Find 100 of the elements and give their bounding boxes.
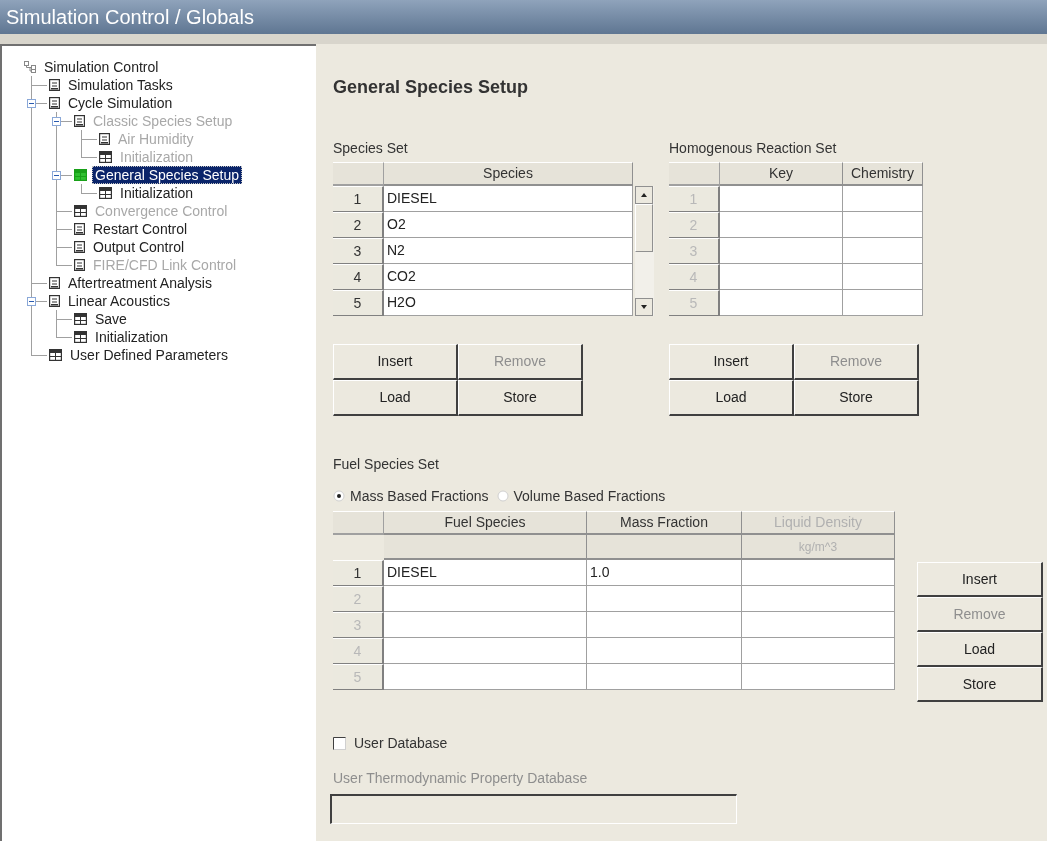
table-cell[interactable] — [384, 586, 587, 612]
group-label: Fuel Species Set — [333, 455, 440, 472]
section-heading: General Species Setup — [333, 76, 530, 96]
form-icon — [74, 115, 85, 127]
action-button[interactable]: Load — [333, 380, 458, 416]
table-icon — [74, 331, 87, 343]
action-button[interactable]: Insert — [669, 344, 794, 380]
row-number: 1 — [333, 186, 384, 212]
table-cell[interactable] — [843, 290, 923, 316]
form-icon — [99, 133, 110, 145]
row-number: 2 — [333, 212, 384, 238]
table-cell[interactable] — [843, 238, 923, 264]
table-cell[interactable] — [384, 612, 587, 638]
table-cell[interactable] — [843, 264, 923, 290]
table-cell[interactable] — [587, 612, 742, 638]
tree-item[interactable]: Linear Acoustics — [65, 292, 173, 310]
table-cell[interactable] — [742, 586, 895, 612]
tree-item[interactable]: Save — [92, 310, 130, 328]
table-cell[interactable] — [742, 638, 895, 664]
row-number: 1 — [333, 560, 384, 586]
tree-item[interactable]: Output Control — [90, 238, 188, 256]
table-icon — [99, 187, 112, 199]
table-cell[interactable] — [587, 586, 742, 612]
scrollbar[interactable] — [635, 186, 654, 316]
tree-item[interactable]: General Species Setup — [92, 166, 242, 184]
table-cell[interactable] — [720, 264, 843, 290]
column-header: Species — [384, 162, 633, 186]
row-number: 3 — [333, 238, 384, 264]
action-button[interactable]: Store — [917, 667, 1043, 702]
table-cell[interactable]: O2 — [384, 212, 633, 238]
corner-header — [333, 511, 384, 535]
radio-button[interactable] — [333, 490, 345, 502]
corner-header — [333, 162, 384, 186]
tree-item[interactable]: User Defined Parameters — [67, 346, 231, 364]
scroll-up-icon — [635, 186, 653, 204]
form-icon — [74, 223, 85, 235]
table-cell[interactable] — [384, 664, 587, 690]
table-cell[interactable] — [587, 664, 742, 690]
column-header: Key — [720, 162, 843, 186]
table-cell[interactable] — [843, 186, 923, 212]
action-button[interactable]: Store — [458, 380, 583, 416]
field-label: User Thermodynamic Property Database — [333, 769, 589, 786]
radio-label[interactable]: Volume Based Fractions — [513, 485, 666, 507]
table-icon — [99, 151, 112, 163]
column-header: Chemistry — [843, 162, 923, 186]
action-button[interactable]: Insert — [333, 344, 458, 380]
table-cell[interactable] — [742, 664, 895, 690]
row-number: 4 — [333, 264, 384, 290]
table-cell[interactable]: DIESEL — [384, 560, 587, 586]
radio-button[interactable] — [496, 490, 509, 502]
action-button[interactable]: Store — [794, 380, 919, 416]
tree-item[interactable]: Initialization — [117, 184, 197, 202]
tree-item[interactable]: Restart Control — [90, 220, 191, 238]
form-icon — [49, 277, 60, 289]
action-button[interactable]: Insert — [917, 562, 1043, 597]
row-number: 5 — [333, 290, 384, 316]
form-icon — [49, 97, 60, 109]
group-label: Homogenous Reaction Set — [669, 139, 838, 156]
tree-item[interactable]: Simulation Control — [41, 58, 162, 76]
table-cell[interactable] — [720, 186, 843, 212]
table-cell[interactable]: 1.0 — [587, 560, 742, 586]
corner-header — [669, 162, 720, 186]
table-cell[interactable]: DIESEL — [384, 186, 633, 212]
table-cell[interactable] — [843, 212, 923, 238]
action-button[interactable]: Load — [669, 380, 794, 416]
collapse-icon[interactable] — [27, 297, 36, 306]
table-icon — [49, 349, 62, 361]
table-cell[interactable]: N2 — [384, 238, 633, 264]
scrollbar-thumb[interactable] — [635, 204, 653, 252]
form-icon — [74, 241, 85, 253]
table-icon — [74, 169, 87, 181]
form-icon — [49, 79, 60, 91]
collapse-icon[interactable] — [52, 171, 61, 180]
table-cell[interactable] — [587, 638, 742, 664]
tree-item[interactable]: Aftertreatment Analysis — [65, 274, 215, 292]
column-header: Mass Fraction — [587, 511, 742, 535]
hierarchy-icon — [24, 61, 36, 73]
table-icon — [74, 313, 87, 325]
table-cell[interactable] — [720, 290, 843, 316]
checkbox-label[interactable]: User Database — [354, 732, 448, 754]
table-cell[interactable] — [720, 238, 843, 264]
table-cell[interactable] — [742, 612, 895, 638]
column-header: Fuel Species — [384, 511, 587, 535]
table-cell[interactable] — [720, 212, 843, 238]
tree-item[interactable]: Simulation Tasks — [65, 76, 176, 94]
table-cell[interactable] — [742, 560, 895, 586]
radio-label[interactable]: Mass Based Fractions — [350, 485, 489, 507]
action-button[interactable]: Load — [917, 632, 1043, 667]
tree-item[interactable]: Initialization — [92, 328, 172, 346]
checkbox[interactable] — [333, 736, 346, 750]
form-icon — [74, 259, 85, 271]
collapse-icon[interactable] — [27, 99, 36, 108]
table-icon — [74, 205, 87, 217]
group-label: Species Set — [333, 139, 409, 156]
scroll-down-icon — [635, 298, 653, 316]
table-cell[interactable] — [384, 638, 587, 664]
window-title: Simulation Control / Globals — [6, 5, 254, 30]
table-cell[interactable]: H2O — [384, 290, 633, 316]
tree-item[interactable]: Cycle Simulation — [65, 94, 176, 112]
table-cell[interactable]: CO2 — [384, 264, 633, 290]
